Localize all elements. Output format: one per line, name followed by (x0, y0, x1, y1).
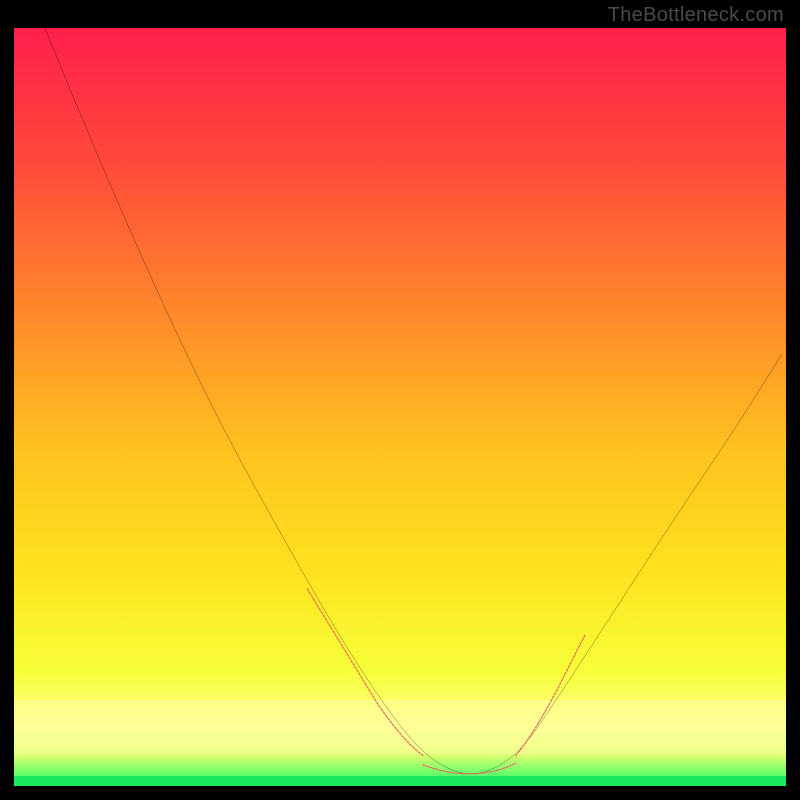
curve-dots-bottom (423, 763, 516, 774)
bottleneck-curve (14, 28, 786, 786)
curve-path (45, 28, 782, 774)
chart-plot-area (14, 28, 786, 786)
curve-dots-left (307, 589, 423, 756)
curve-dots-right (516, 634, 585, 755)
watermark-text: TheBottleneck.com (608, 4, 784, 27)
